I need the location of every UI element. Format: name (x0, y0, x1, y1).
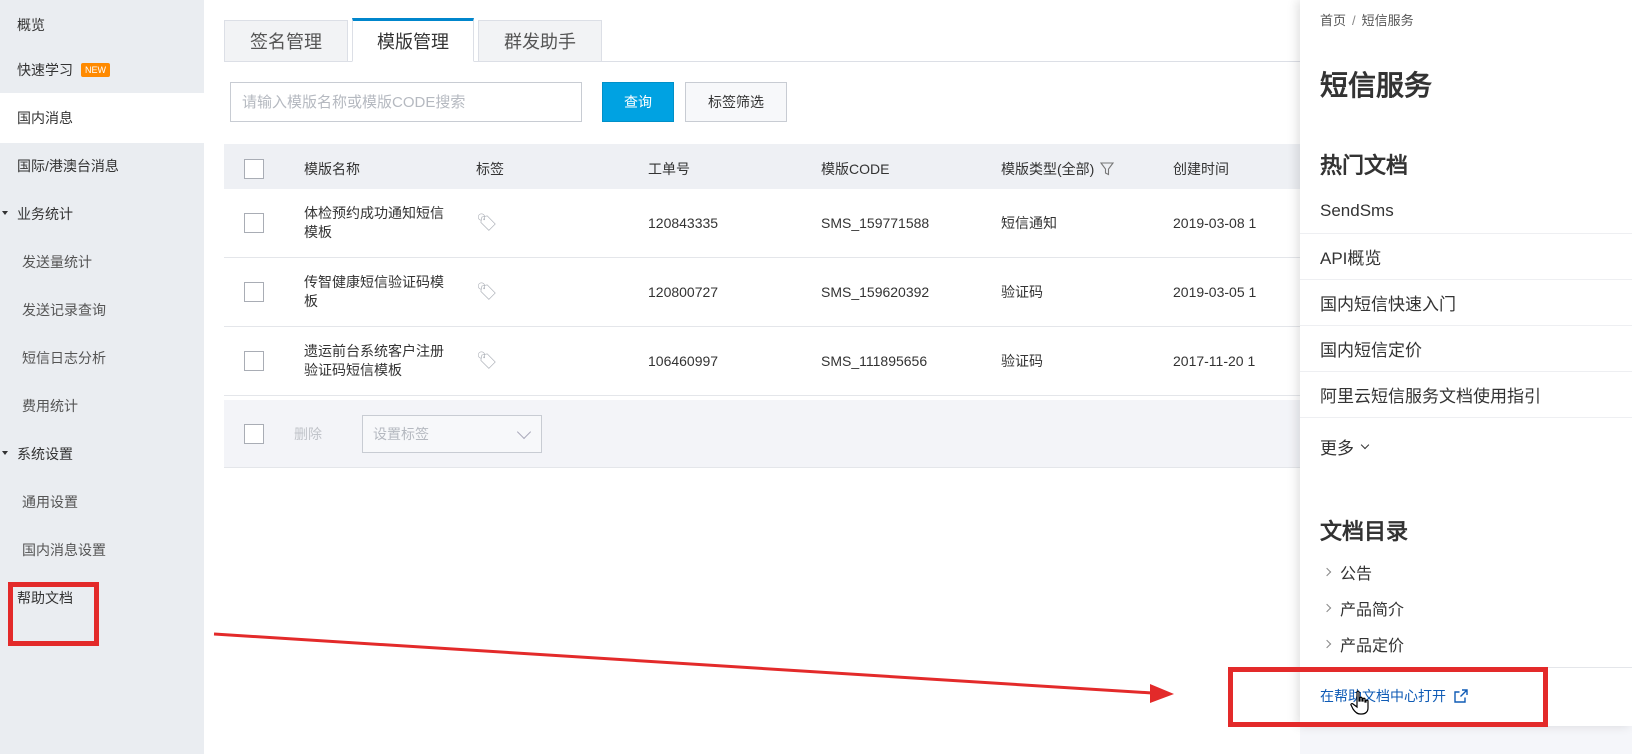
annotation-arrow (213, 632, 1174, 703)
hand-cursor-icon (1350, 690, 1369, 715)
